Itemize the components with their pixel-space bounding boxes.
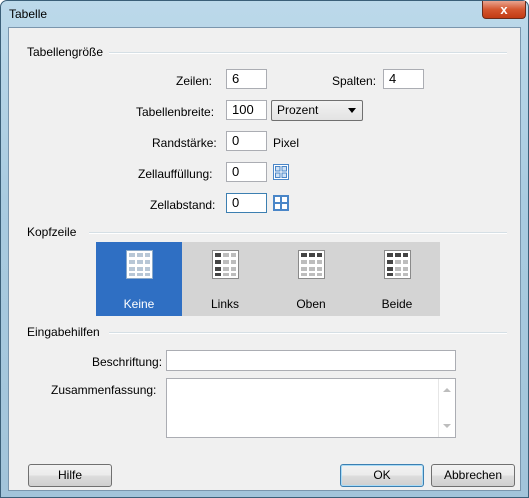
title-bar[interactable]: Tabelle x <box>1 1 528 27</box>
width-label: Tabellenbreite: <box>136 105 215 119</box>
header-option-group: Keine Links Oben Beide <box>96 242 440 316</box>
accessibility-group-label: Eingabehilfen <box>27 325 104 339</box>
table-top-header-icon <box>298 250 325 279</box>
border-label: Randstärke: <box>152 136 217 150</box>
header-option-label: Keine <box>123 297 155 311</box>
cancel-button[interactable]: Abbrechen <box>431 464 515 487</box>
table-size-group-label: Tabellengröße <box>27 45 108 59</box>
width-unit-value: Prozent <box>277 103 319 117</box>
cell-padding-icon <box>273 164 289 180</box>
table-no-header-icon <box>126 250 153 279</box>
group-separator <box>109 332 507 334</box>
header-option-beide[interactable]: Beide <box>354 242 440 316</box>
window-title: Tabelle <box>9 7 48 21</box>
rows-label: Zeilen: <box>176 74 213 88</box>
rows-input[interactable]: 6 <box>226 69 267 89</box>
chevron-down-icon <box>348 108 356 113</box>
cell-spacing-icon <box>273 195 289 211</box>
cell-spacing-label: Zellabstand: <box>150 198 216 212</box>
header-option-label: Links <box>210 297 239 311</box>
caption-input[interactable] <box>166 350 456 371</box>
header-option-keine[interactable]: Keine <box>96 242 182 316</box>
close-button[interactable]: x <box>482 1 526 19</box>
scroll-down-icon[interactable] <box>443 423 451 429</box>
border-input[interactable]: 0 <box>226 131 267 151</box>
header-option-label: Oben <box>296 297 326 311</box>
dialog-window: Tabelle x Tabellengröße Zeilen: 6 Spalte… <box>0 0 529 498</box>
width-input[interactable]: 100 <box>226 100 267 120</box>
group-separator <box>109 52 507 54</box>
summary-textarea[interactable] <box>166 378 456 438</box>
help-button[interactable]: Hilfe <box>28 464 112 487</box>
header-group-label: Kopfzeile <box>27 225 81 239</box>
header-option-links[interactable]: Links <box>182 242 268 316</box>
border-unit-label: Pixel <box>273 136 300 150</box>
summary-label: Zusammenfassung: <box>51 383 157 397</box>
summary-scrollbar[interactable] <box>438 379 455 437</box>
cell-padding-label: Zellauffüllung: <box>138 167 213 181</box>
header-option-oben[interactable]: Oben <box>268 242 354 316</box>
columns-input[interactable]: 4 <box>383 69 424 89</box>
ok-button[interactable]: OK <box>340 464 424 487</box>
cell-padding-input[interactable]: 0 <box>226 162 267 182</box>
columns-label: Spalten: <box>332 74 377 88</box>
cell-spacing-input[interactable]: 0 <box>226 193 267 213</box>
group-separator <box>89 232 507 234</box>
caption-label: Beschriftung: <box>92 355 163 369</box>
scroll-up-icon[interactable] <box>443 387 451 393</box>
dialog-client-area: Tabellengröße Zeilen: 6 Spalten: 4 Tabel… <box>8 27 521 491</box>
close-icon: x <box>500 2 508 17</box>
width-unit-select[interactable]: Prozent <box>271 100 363 121</box>
table-both-header-icon <box>384 250 411 279</box>
table-left-header-icon <box>212 250 239 279</box>
header-option-label: Beide <box>381 297 413 311</box>
